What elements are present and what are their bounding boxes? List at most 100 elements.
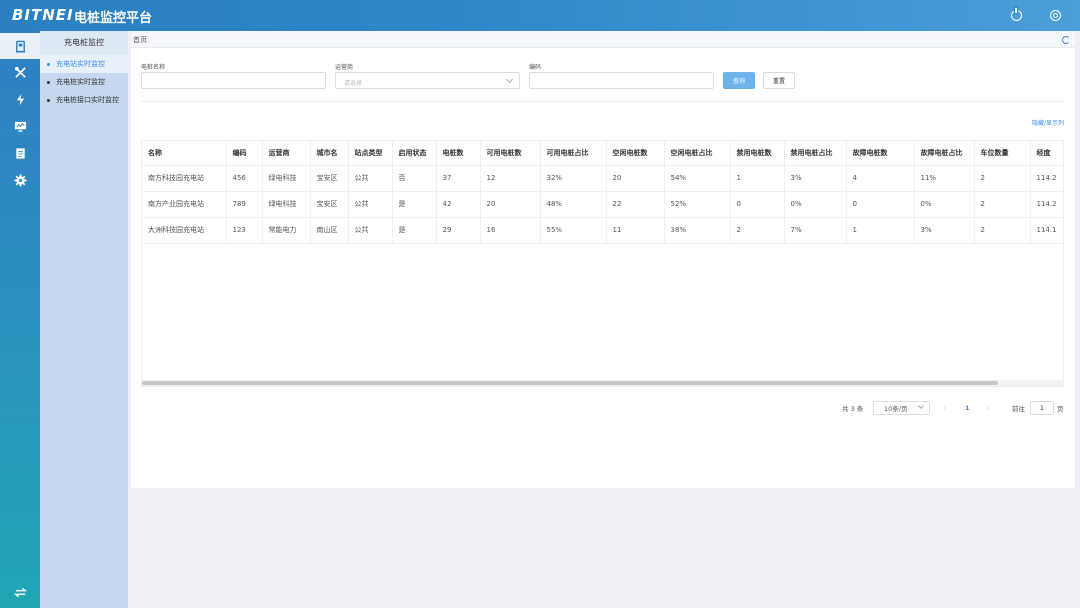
- column-header: 禁用电桩数: [730, 141, 785, 166]
- goto-page-input[interactable]: 1: [1030, 401, 1054, 415]
- column-header: 可用电桩占比: [540, 141, 607, 166]
- page-unit-label: 页: [1057, 405, 1064, 413]
- table-cell: 20: [480, 191, 541, 218]
- table-cell: 456: [226, 165, 263, 192]
- user-icon[interactable]: [1050, 10, 1061, 21]
- table-cell: 1: [730, 165, 785, 192]
- table-cell: 公共: [348, 217, 393, 244]
- table-row[interactable]: 南方科技园充电站 456 绿电科技 宝安区 公共否 37 12 32% 20 54% 1 3% 4 11%…: [142, 165, 1063, 192]
- table-body: 南方科技园充电站 456 绿电科技 宝安区 公共否 37 12 32% 20 54% 1 3% 4 11%…: [142, 165, 1063, 244]
- column-header: 名称: [142, 141, 227, 166]
- column-header: 运营商: [262, 141, 311, 166]
- table-cell: 38%: [664, 217, 731, 244]
- page-number-1[interactable]: 1: [965, 401, 970, 415]
- code-label: 编码: [529, 64, 542, 71]
- monitor-icon: [14, 121, 26, 132]
- table-cell: 16: [480, 217, 541, 244]
- table-cell: 1: [846, 217, 915, 244]
- reset-button[interactable]: 重置: [763, 72, 795, 89]
- column-toggle-link[interactable]: 隐藏/显示列: [1032, 118, 1064, 127]
- chevron-down-icon: [918, 403, 924, 409]
- table-cell: 3%: [784, 165, 847, 192]
- app-title: 电桩监控平台: [74, 11, 153, 26]
- submenu-item-pile-monitor[interactable]: 充电桩实时监控: [40, 73, 128, 91]
- table-cell: 2: [974, 191, 1031, 218]
- table-cell: 37: [436, 165, 481, 192]
- table-row[interactable]: 大洲科技园充电站 123 常能电力 南山区 公共是 29 16 55% 11 38% 2 7% 1 3% 2…: [142, 217, 1063, 244]
- name-input[interactable]: [141, 72, 326, 89]
- table-cell: 12: [480, 165, 541, 192]
- tools-icon: [14, 66, 26, 78]
- submenu-item-port-monitor[interactable]: 充电桩接口实时监控: [40, 91, 128, 109]
- refresh-icon[interactable]: [1062, 36, 1070, 44]
- table-cell: 20: [606, 165, 665, 192]
- table-cell: 0: [730, 191, 785, 218]
- column-header: 可用电桩数: [480, 141, 541, 166]
- table-row[interactable]: 南方产业园充电站 789 绿电科技 宝安区 公共是 42 20 48% 22 52% 0 0% 0 0% 2…: [142, 191, 1063, 218]
- table-cell: 否: [392, 165, 437, 192]
- column-header: 经度: [1030, 141, 1063, 166]
- table-cell: 绿电科技: [262, 191, 311, 218]
- column-header: 站点类型: [348, 141, 393, 166]
- table-cell: 48%: [540, 191, 607, 218]
- page-size-value: 10条/页: [884, 405, 908, 413]
- table-cell: 南方科技园充电站: [142, 165, 227, 192]
- station-icon: [15, 40, 25, 53]
- table-cell: 114.1: [1030, 217, 1063, 244]
- next-page-button[interactable]: ›: [987, 401, 990, 415]
- table-cell: 42: [436, 191, 481, 218]
- table-cell: 2: [974, 217, 1031, 244]
- operator-placeholder: 请选择: [344, 80, 363, 87]
- station-table: 名称 编码 运营商 城市名 站点类型 启用状态 电桩数 可用电桩数 可用电桩占比 空闲电桩数 空闲电…: [141, 140, 1064, 387]
- table-cell: 114.2: [1030, 191, 1063, 218]
- rail-power[interactable]: [0, 86, 40, 112]
- code-input[interactable]: [529, 72, 714, 89]
- table-cell: 2: [730, 217, 785, 244]
- table-cell: 绿电科技: [262, 165, 311, 192]
- tab-home[interactable]: 首页: [133, 35, 147, 45]
- table-cell: 是: [392, 191, 437, 218]
- rail-settings[interactable]: [0, 167, 40, 193]
- submenu-item-station-monitor[interactable]: 充电站实时监控: [40, 55, 128, 73]
- switch-icon: [13, 587, 27, 597]
- table-cell: 公共: [348, 191, 393, 218]
- top-header: BITNEI 电桩监控平台: [0, 0, 1080, 31]
- table-cell: 52%: [664, 191, 731, 218]
- prev-page-button[interactable]: ‹: [943, 401, 946, 415]
- table-cell: 宝安区: [310, 191, 349, 218]
- power-icon[interactable]: [1011, 8, 1022, 21]
- table-cell: 公共: [348, 165, 393, 192]
- table-cell: 123: [226, 217, 263, 244]
- query-button[interactable]: 查询: [723, 72, 755, 89]
- table-cell: 11%: [914, 165, 975, 192]
- table-cell: 55%: [540, 217, 607, 244]
- rail-tools[interactable]: [0, 59, 40, 85]
- divider: [141, 101, 1064, 102]
- table-cell: 29: [436, 217, 481, 244]
- rail-monitor[interactable]: [0, 113, 40, 139]
- column-header: 城市名: [310, 141, 349, 166]
- page-size-select[interactable]: 10条/页: [873, 401, 930, 415]
- tab-bar: 首页: [131, 31, 1075, 48]
- column-header: 空闲电桩数: [606, 141, 665, 166]
- table-cell: 南山区: [310, 217, 349, 244]
- column-header: 禁用电桩占比: [784, 141, 847, 166]
- name-label: 电桩名称: [141, 64, 166, 71]
- column-header: 编码: [226, 141, 263, 166]
- horizontal-scrollbar[interactable]: [142, 380, 1063, 386]
- rail-switch[interactable]: [0, 579, 40, 605]
- rail-document[interactable]: [0, 140, 40, 166]
- table-cell: 11: [606, 217, 665, 244]
- rail-station[interactable]: [0, 33, 40, 59]
- brand-logo: BITNEI: [12, 6, 74, 24]
- column-header: 电桩数: [436, 141, 481, 166]
- column-header: 空闲电桩占比: [664, 141, 731, 166]
- operator-select[interactable]: 请选择: [335, 72, 520, 89]
- table-cell: 4: [846, 165, 915, 192]
- pagination-total: 共 3 条: [842, 405, 864, 413]
- table-cell: 22: [606, 191, 665, 218]
- gear-icon: [13, 173, 27, 187]
- table-cell: 32%: [540, 165, 607, 192]
- scrollbar-thumb[interactable]: [142, 381, 998, 385]
- table-cell: 0%: [784, 191, 847, 218]
